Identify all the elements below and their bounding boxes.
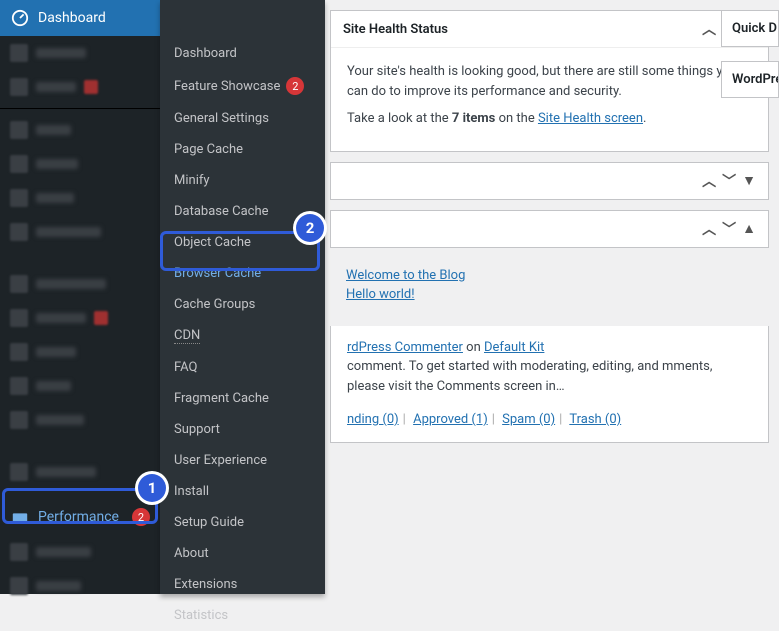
chevron-down-icon[interactable]: ﹀ [722, 219, 736, 239]
sidebar-item-blurred[interactable] [0, 301, 160, 335]
filter-approved[interactable]: Approved (1) [413, 412, 488, 427]
collapsed-panel-2-header[interactable]: ︿ ﹀ ▲ [331, 211, 768, 247]
annotation-badge-1: 1 [138, 474, 166, 502]
sidebar-dashboard-label: Dashboard [38, 10, 150, 26]
chevron-up-icon[interactable]: ︿ [702, 219, 716, 239]
comment-excerpt: comment. To get started with moderating,… [347, 357, 752, 396]
recent-comment: rdPress Commenter on Default Kit comment… [330, 326, 769, 443]
sidebar-item-blurred[interactable] [0, 403, 160, 437]
dashboard-icon [10, 8, 30, 28]
collapsed-panel-1-header[interactable]: ︿ ﹀ ▼ [331, 163, 768, 199]
filter-spam[interactable]: Spam (0) [502, 412, 555, 427]
admin-sidebar: Dashboard Performance 2 [0, 0, 160, 594]
filter-pending[interactable]: nding (0) [347, 412, 399, 427]
post-link-1[interactable]: Welcome to the Blog [346, 268, 753, 283]
filter-trash[interactable]: Trash (0) [569, 412, 621, 427]
right-widgets: Quick D WordPre [721, 10, 779, 112]
sidebar-item-blurred[interactable] [0, 569, 160, 603]
sidebar-item-blurred[interactable] [0, 181, 160, 215]
comment-post-link[interactable]: Default Kit [484, 340, 544, 355]
sidebar-item-performance[interactable]: Performance 2 [0, 499, 160, 535]
comment-author-link[interactable]: rdPress Commenter [347, 340, 463, 355]
site-health-screen-link[interactable]: Site Health screen [538, 111, 643, 126]
sidebar-item-blurred[interactable] [0, 455, 160, 489]
sidebar-item-dashboard[interactable]: Dashboard [0, 0, 160, 36]
sidebar-item-blurred[interactable] [0, 215, 160, 249]
annotation-badge-2: 2 [296, 214, 324, 242]
performance-icon [10, 507, 30, 527]
chevron-down-icon[interactable]: ﹀ [722, 171, 736, 191]
collapsed-panel-2: ︿ ﹀ ▲ [330, 210, 769, 248]
health-text-1: Your site's health is looking good, but … [347, 62, 752, 101]
sidebar-item-blurred[interactable] [0, 36, 160, 70]
sidebar-item-blurred[interactable] [0, 70, 160, 104]
sidebar-performance-label: Performance [38, 509, 126, 525]
wordpress-widget[interactable]: WordPre [721, 61, 779, 98]
chevron-up-icon[interactable]: ︿ [702, 171, 716, 191]
triangle-up-icon[interactable]: ▲ [742, 220, 756, 237]
site-health-title: Site Health Status [343, 22, 696, 37]
sidebar-item-blurred[interactable] [0, 147, 160, 181]
collapsed-panel-1: ︿ ﹀ ▼ [330, 162, 769, 200]
triangle-down-icon[interactable]: ▼ [742, 172, 756, 189]
site-health-body: Your site's health is looking good, but … [331, 48, 768, 151]
submenu-statistics[interactable]: Statistics [160, 600, 325, 631]
post-link-2[interactable]: Hello world! [346, 287, 753, 302]
health-text-2: Take a look at the 7 items on the Site H… [347, 109, 752, 129]
site-health-header[interactable]: Site Health Status ︿ ﹀ ▲ [331, 11, 768, 48]
sidebar-item-blurred[interactable] [0, 369, 160, 403]
sidebar-item-blurred[interactable] [0, 335, 160, 369]
site-health-panel: Site Health Status ︿ ﹀ ▲ Your site's hea… [330, 10, 769, 152]
content-area: Site Health Status ︿ ﹀ ▲ Your site's hea… [180, 0, 779, 594]
sidebar-item-blurred[interactable] [0, 267, 160, 301]
recent-posts: Welcome to the Blog Hello world! [330, 258, 769, 316]
comment-status-filters: nding (0)| Approved (1)| Spam (0)| Trash… [347, 396, 752, 430]
quick-draft-widget[interactable]: Quick D [721, 10, 779, 47]
sidebar-item-blurred[interactable] [0, 535, 160, 569]
performance-count-badge: 2 [132, 508, 150, 526]
chevron-up-icon[interactable]: ︿ [702, 19, 716, 39]
sidebar-item-blurred[interactable] [0, 113, 160, 147]
